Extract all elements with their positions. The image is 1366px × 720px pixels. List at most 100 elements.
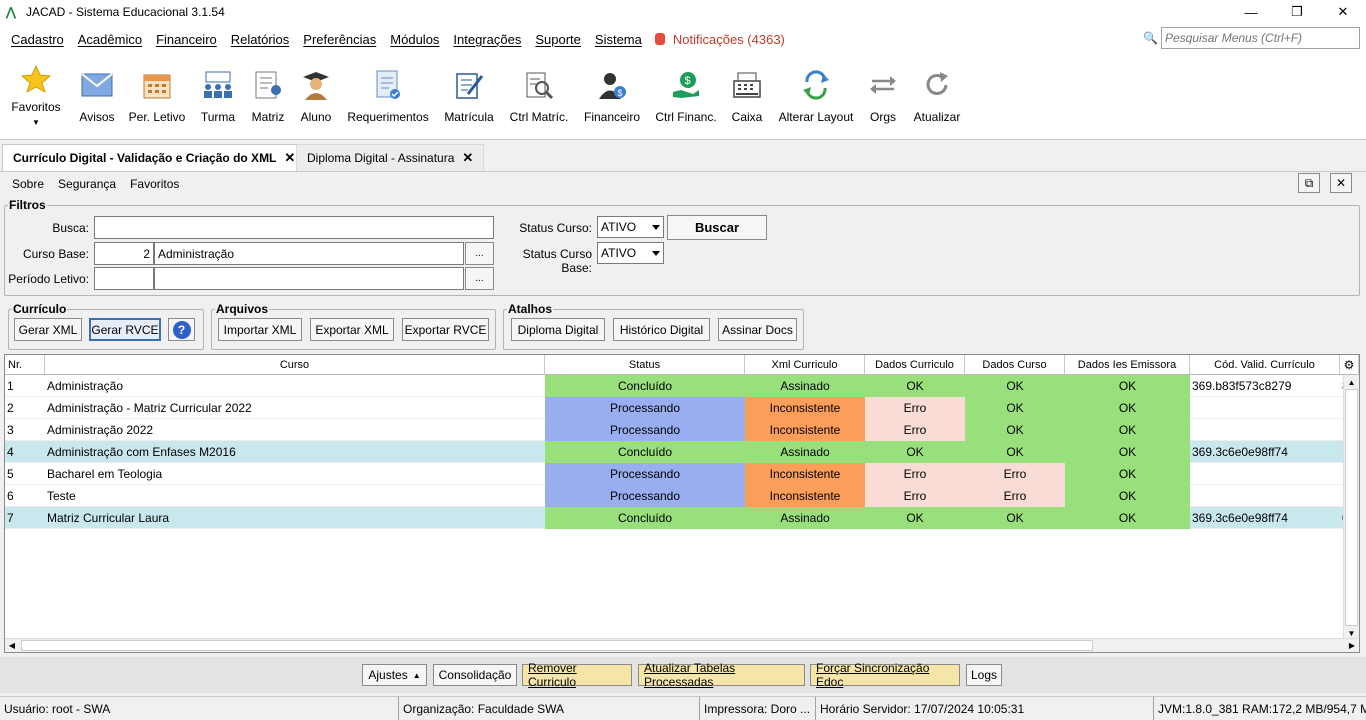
toolbar-per-letivo[interactable]: Per. Letivo xyxy=(128,60,186,134)
buscar-button[interactable]: Buscar xyxy=(667,215,767,240)
col-header-xml-curriculo[interactable]: Xml Curriculo xyxy=(745,355,865,375)
notifications-link[interactable]: Notificações (4363) xyxy=(654,31,785,47)
detach-window-button[interactable]: ⧉ xyxy=(1298,173,1320,193)
exportar-rvce-button[interactable]: Exportar RVCE xyxy=(402,318,489,341)
status-impressora: Impressora: Doro ... xyxy=(700,697,816,720)
importar-xml-button[interactable]: Importar XML xyxy=(218,318,302,341)
periodo-letivo-lookup-button[interactable]: ... xyxy=(465,267,494,290)
close-form-button[interactable]: ✕ xyxy=(1330,173,1352,193)
cell-dados-curriculo: Erro xyxy=(865,397,965,419)
vertical-scroll-thumb[interactable] xyxy=(1345,389,1358,626)
curso-base-code-input[interactable]: 2 xyxy=(94,242,154,265)
col-header-dados-ies[interactable]: Dados Ies Emissora xyxy=(1065,355,1190,375)
assinar-docs-button[interactable]: Assinar Docs xyxy=(718,318,797,341)
notifications-label: Notificações (4363) xyxy=(672,31,785,47)
minimize-button[interactable]: — xyxy=(1228,0,1274,24)
toolbar-alterar-layout[interactable]: Alterar Layout xyxy=(777,60,855,134)
cell-xml-curriculo: Inconsistente xyxy=(745,397,865,419)
submenu-favoritos[interactable]: Favoritos xyxy=(123,177,186,191)
scroll-right-icon[interactable]: ▶ xyxy=(1345,639,1359,652)
busca-input[interactable] xyxy=(94,216,494,239)
maximize-button[interactable]: ❐ xyxy=(1274,0,1320,24)
forcar-sincronizacao-button[interactable]: Forçar Sincronização Edoc xyxy=(810,661,960,689)
filtros-legend: Filtros xyxy=(9,198,46,212)
toolbar-aluno[interactable]: Aluno xyxy=(297,60,335,134)
table-row[interactable]: 7 Matriz Curricular Laura Concluído Assinad… xyxy=(5,507,1348,529)
table-row[interactable]: 6 Teste Processando Inconsistente Erro Erro OK xyxy=(5,485,1343,507)
table-row[interactable]: 5 Bacharel em Teologia Processando Inconsis… xyxy=(5,463,1343,485)
menu-relatorios[interactable]: Relatórios xyxy=(224,32,297,47)
toolbar-avisos[interactable]: Avisos xyxy=(77,60,117,134)
consolidacao-button[interactable]: Consolidação xyxy=(433,664,517,686)
help-button[interactable]: ? xyxy=(168,318,195,341)
table-row[interactable]: 3 Administração 2022 Processando Inconsiste… xyxy=(5,419,1343,441)
col-header-dados-curso[interactable]: Dados Curso xyxy=(965,355,1065,375)
scroll-left-icon[interactable]: ◀ xyxy=(5,639,19,652)
tab-curriculo-digital-label: Currículo Digital - Validação e Criação … xyxy=(13,151,277,165)
menu-preferencias[interactable]: Preferências xyxy=(296,32,383,47)
col-header-nr[interactable]: Nr. xyxy=(5,355,45,375)
atualizar-tabelas-button[interactable]: Atualizar Tabelas Processadas xyxy=(638,661,805,689)
toolbar-atualizar[interactable]: Atualizar xyxy=(912,60,962,134)
toolbar-requerimentos[interactable]: Requerimentos xyxy=(346,60,430,134)
exportar-xml-button[interactable]: Exportar XML xyxy=(310,318,394,341)
calendar-icon xyxy=(140,68,174,102)
curso-base-name-input[interactable]: Administração xyxy=(154,242,464,265)
status-curso-base-select[interactable]: ATIVO xyxy=(597,242,664,264)
toolbar-ctrl-matric[interactable]: Ctrl Matríc. xyxy=(508,60,570,134)
submenu-sobre[interactable]: Sobre xyxy=(5,177,51,191)
close-icon[interactable]: ✕ xyxy=(462,150,473,166)
menu-academico[interactable]: Acadêmico xyxy=(71,32,149,47)
menu-integracoes[interactable]: Integrações xyxy=(446,32,528,47)
col-header-dados-curriculo[interactable]: Dados Curriculo xyxy=(865,355,965,375)
toolbar-avisos-label: Avisos xyxy=(79,110,115,124)
close-window-button[interactable]: ✕ xyxy=(1320,0,1366,24)
curriculo-table: Nr. Curso Status Xml Curriculo Dados Cur… xyxy=(4,354,1360,653)
col-header-cod-valid[interactable]: Cód. Valid. Currículo xyxy=(1190,355,1340,375)
scroll-up-icon[interactable]: ▲ xyxy=(1344,375,1359,389)
periodo-letivo-name-input[interactable] xyxy=(154,267,464,290)
menu-sistema[interactable]: Sistema xyxy=(588,32,649,47)
toolbar-matriz[interactable]: Matriz xyxy=(249,60,287,134)
cell-nr: 1 xyxy=(7,379,14,393)
menu-modulos[interactable]: Módulos xyxy=(383,32,446,47)
toolbar-caixa[interactable]: Caixa xyxy=(728,60,766,134)
action-bar: Ajustes ▲ Consolidação Remover Curriculo … xyxy=(0,657,1366,693)
diploma-digital-button[interactable]: Diploma Digital xyxy=(511,318,605,341)
menu-suporte[interactable]: Suporte xyxy=(528,32,588,47)
logs-button[interactable]: Logs xyxy=(966,664,1002,686)
horizontal-scroll-thumb[interactable] xyxy=(21,640,1093,651)
toolbar-financeiro[interactable]: $ Financeiro xyxy=(583,60,641,134)
toolbar-matricula[interactable]: Matrícula xyxy=(442,60,496,134)
cell-nr: 6 xyxy=(7,489,14,503)
menu-search-input[interactable] xyxy=(1161,27,1360,49)
column-settings-icon[interactable]: ⚙ xyxy=(1340,355,1359,375)
ajustes-button[interactable]: Ajustes ▲ xyxy=(362,664,427,686)
horizontal-scrollbar[interactable]: ◀ ▶ xyxy=(5,638,1359,652)
table-row[interactable]: 4 Administração com Enfases M2016 Concluíd… xyxy=(5,441,1348,463)
curso-base-lookup-button[interactable]: ... xyxy=(465,242,494,265)
gerar-xml-button[interactable]: Gerar XML xyxy=(14,318,82,341)
col-header-curso[interactable]: Curso xyxy=(45,355,545,375)
tab-diploma-digital[interactable]: Diploma Digital - Assinatura ✕ xyxy=(296,144,485,171)
remover-curriculo-button[interactable]: Remover Curriculo xyxy=(522,661,632,689)
toolbar-ctrl-financ[interactable]: $ Ctrl Financ. xyxy=(654,60,718,134)
tab-curriculo-digital[interactable]: Currículo Digital - Validação e Criação … xyxy=(2,144,307,171)
close-icon[interactable]: ✕ xyxy=(284,150,295,166)
toolbar-favoritos[interactable]: Favoritos ▼ xyxy=(8,60,64,134)
toolbar-turma[interactable]: Turma xyxy=(199,60,237,134)
status-curso-select[interactable]: ATIVO xyxy=(597,216,664,238)
table-row[interactable]: 1 Administração Concluído Assinado OK OK OK 369… xyxy=(5,375,1348,397)
historico-digital-button[interactable]: Histórico Digital xyxy=(613,318,710,341)
col-header-status[interactable]: Status xyxy=(545,355,745,375)
toolbar-orgs[interactable]: Orgs xyxy=(866,60,900,134)
gerar-rvce-button[interactable]: Gerar RVCE xyxy=(89,318,161,341)
app-logo-icon: ⋀ xyxy=(6,5,16,19)
vertical-scrollbar[interactable]: ▲ ▼ xyxy=(1343,375,1359,640)
svg-text:$: $ xyxy=(685,75,691,87)
submenu-seguranca[interactable]: Segurança xyxy=(51,177,123,191)
table-row[interactable]: 2 Administração - Matriz Curricular 2022 P… xyxy=(5,397,1343,419)
menu-cadastro[interactable]: Cadastro xyxy=(4,32,71,47)
menu-financeiro[interactable]: Financeiro xyxy=(149,32,224,47)
periodo-letivo-code-input[interactable] xyxy=(94,267,154,290)
